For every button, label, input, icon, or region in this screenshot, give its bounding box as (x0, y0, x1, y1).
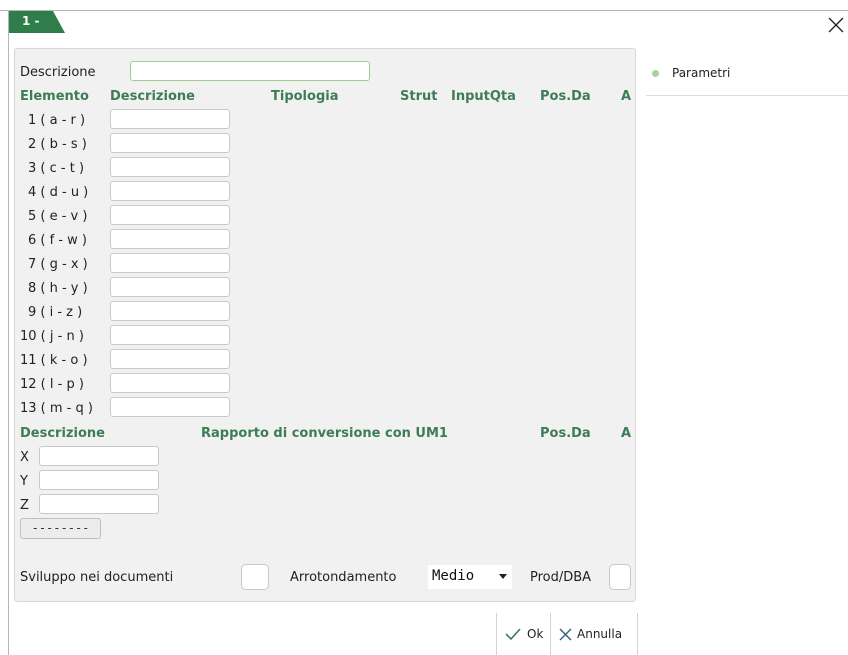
element-label-4: 4 ( d - u ) (28, 185, 89, 200)
element-input-3[interactable] (110, 157, 230, 177)
sviluppo-checkbox[interactable] (241, 564, 269, 590)
element-label-10: 10 ( j - n ) (20, 329, 84, 344)
descrizione-input[interactable] (130, 61, 370, 81)
ok-label: Ok (527, 627, 544, 641)
conversion-label-y: Y (20, 474, 28, 489)
element-input-11[interactable] (110, 349, 230, 369)
element-input-4[interactable] (110, 181, 230, 201)
header-inputqta: InputQta (451, 89, 516, 104)
window-top-border (0, 10, 848, 11)
conversion-header-a: A (621, 426, 632, 441)
annulla-label: Annulla (577, 627, 623, 641)
arrotondamento-label: Arrotondamento (290, 570, 397, 585)
prod-dba-checkbox[interactable] (609, 564, 631, 590)
element-label-7: 7 ( g - x ) (28, 257, 88, 272)
conversion-input-x[interactable] (39, 446, 159, 466)
element-input-7[interactable] (110, 253, 230, 273)
chevron-down-icon (499, 574, 507, 579)
main-panel: Descrizione Elemento Descrizione Tipolog… (14, 48, 636, 602)
header-strut: Strut (400, 89, 438, 104)
element-label-1: 1 ( a - r ) (28, 113, 86, 128)
close-icon (559, 628, 572, 641)
tab-label: 1 - (22, 14, 40, 28)
sidebar-divider (646, 95, 848, 96)
element-label-6: 6 ( f - w ) (28, 233, 87, 248)
element-input-9[interactable] (110, 301, 230, 321)
header-descrizione: Descrizione (110, 89, 195, 104)
element-label-11: 11 ( k - o ) (20, 353, 88, 368)
check-icon (505, 628, 521, 641)
element-label-12: 12 ( l - p ) (20, 377, 84, 392)
ok-button[interactable]: Ok (497, 613, 550, 655)
element-label-8: 8 ( h - y ) (28, 281, 88, 296)
header-posda: Pos.Da (540, 89, 591, 104)
annulla-button[interactable]: Annulla (551, 613, 637, 655)
header-elemento: Elemento (20, 89, 89, 104)
element-label-9: 9 ( i - z ) (28, 305, 83, 320)
dash-button[interactable]: -------- (20, 518, 101, 539)
conversion-header-rapporto: Rapporto di conversione con UM1 (201, 426, 448, 441)
footer-divider (637, 613, 638, 655)
header-tipologia: Tipologia (271, 89, 339, 104)
conversion-input-z[interactable] (39, 494, 159, 514)
element-label-3: 3 ( c - t ) (28, 161, 85, 176)
prod-dba-label: Prod/DBA (530, 570, 592, 585)
element-input-8[interactable] (110, 277, 230, 297)
element-input-10[interactable] (110, 325, 230, 345)
close-icon[interactable] (826, 15, 846, 35)
sidebar-item-label: Parametri (672, 66, 731, 80)
window-left-border (8, 10, 9, 655)
element-input-5[interactable] (110, 205, 230, 225)
conversion-input-y[interactable] (39, 470, 159, 490)
sviluppo-label: Sviluppo nei documenti (20, 570, 174, 585)
arrotondamento-value: Medio (432, 568, 475, 584)
conversion-label-z: Z (20, 498, 29, 513)
conversion-header-posda: Pos.Da (540, 426, 591, 441)
element-label-13: 13 ( m - q ) (20, 401, 93, 416)
element-label-2: 2 ( b - s ) (28, 137, 87, 152)
conversion-header-descrizione: Descrizione (20, 426, 105, 441)
element-input-6[interactable] (110, 229, 230, 249)
element-input-12[interactable] (110, 373, 230, 393)
element-input-1[interactable] (110, 109, 230, 129)
arrotondamento-select[interactable]: Medio (428, 565, 512, 589)
header-a: A (621, 89, 632, 104)
descrizione-label: Descrizione (20, 65, 96, 80)
conversion-label-x: X (20, 450, 29, 465)
element-input-2[interactable] (110, 133, 230, 153)
bullet-icon (652, 70, 659, 77)
element-input-13[interactable] (110, 397, 230, 417)
window-tab[interactable]: 1 - (9, 11, 65, 33)
element-label-5: 5 ( e - v ) (28, 209, 88, 224)
